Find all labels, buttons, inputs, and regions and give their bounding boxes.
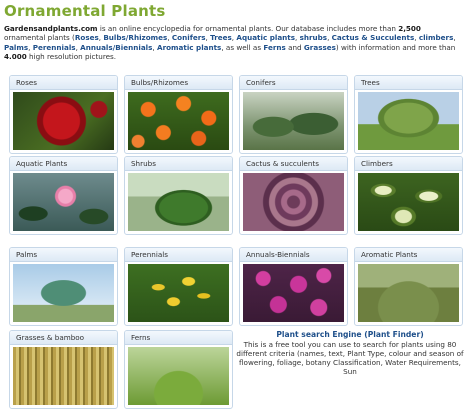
intro-part-3: with information and more than: [338, 42, 456, 52]
orange-tulips-photo[interactable]: [128, 92, 229, 150]
category-card-aquatic[interactable]: Aquatic Plants: [9, 156, 118, 235]
category-card-roses[interactable]: Roses: [9, 75, 118, 154]
category-card-shrubs[interactable]: Shrubs: [124, 156, 233, 235]
succulent-rosette-photo[interactable]: [243, 173, 344, 231]
water-lily-photo[interactable]: [13, 173, 114, 231]
plant-finder-link[interactable]: Plant search Engine (Plant Finder): [236, 330, 464, 340]
intro-link-palms[interactable]: Palms: [4, 43, 28, 52]
category-card-bulbs[interactable]: Bulbs/Rhizomes: [124, 75, 233, 154]
plant-count: 2,500: [398, 24, 421, 33]
category-label: Cactus & succulents: [240, 157, 347, 171]
category-label: Annuals-Biennials: [240, 248, 347, 262]
red-rose-photo[interactable]: [13, 92, 114, 150]
intro-part-1: is an online encyclopedia for ornamental…: [97, 24, 399, 33]
category-card-trees[interactable]: Trees: [354, 75, 463, 154]
shrub-photo[interactable]: [128, 173, 229, 231]
intro-text: Gardensandplants.com is an online encycl…: [4, 24, 456, 62]
category-card-palms[interactable]: Palms: [9, 247, 118, 326]
category-label: Bulbs/Rhizomes: [125, 76, 232, 90]
category-card-annuals[interactable]: Annuals-Biennials: [239, 247, 348, 326]
yellow-perennial-photo[interactable]: [128, 264, 229, 322]
category-label: Perennials: [125, 248, 232, 262]
bamboo-photo[interactable]: [13, 347, 114, 405]
page-title: Ornamental Plants: [4, 2, 166, 20]
intro-link-bulbs[interactable]: Bulbs/Rhizomes: [103, 33, 167, 42]
intro-link-conifers[interactable]: Conifers: [172, 33, 206, 42]
intro-link-aromatic[interactable]: Aromatic plants: [157, 43, 221, 52]
plant-finder-section: Plant search Engine (Plant Finder) This …: [236, 330, 464, 376]
category-card-aromatic[interactable]: Aromatic Plants: [354, 247, 463, 326]
intro-part-2: ornamental plants (: [4, 33, 75, 43]
category-label: Aromatic Plants: [355, 248, 462, 262]
intro-link-trees[interactable]: Trees: [210, 33, 232, 42]
category-label: Ferns: [125, 331, 232, 345]
category-label: Trees: [355, 76, 462, 90]
category-card-ferns[interactable]: Ferns: [124, 330, 233, 409]
site-name: Gardensandplants.com: [4, 24, 98, 33]
ivy-leaves-photo[interactable]: [358, 173, 459, 231]
pink-annuals-photo[interactable]: [243, 264, 344, 322]
weeping-conifer-photo[interactable]: [243, 92, 344, 150]
category-card-conifers[interactable]: Conifers: [239, 75, 348, 154]
palm-tree-photo[interactable]: [13, 264, 114, 322]
intro-link-shrubs[interactable]: shrubs: [300, 33, 327, 42]
category-label: Aquatic Plants: [10, 157, 117, 171]
category-card-grasses[interactable]: Grasses & bamboo: [9, 330, 118, 409]
intro-link-perennials[interactable]: Perennials: [33, 43, 76, 52]
category-label: Palms: [10, 248, 117, 262]
category-label: Roses: [10, 76, 117, 90]
plant-finder-description: This is a free tool you can use to searc…: [236, 340, 464, 376]
aromatic-shrub-photo[interactable]: [358, 264, 459, 322]
picture-count: 4.000: [4, 52, 27, 62]
intro-link-annuals[interactable]: Annuals/Biennials: [80, 43, 152, 52]
intro-link-roses[interactable]: Roses: [75, 33, 99, 42]
category-label: Conifers: [240, 76, 347, 90]
category-label: Shrubs: [125, 157, 232, 171]
category-card-climbers[interactable]: Climbers: [354, 156, 463, 235]
intro-link-climbers[interactable]: climbers: [419, 33, 454, 42]
intro-link-ferns[interactable]: Ferns: [263, 43, 285, 52]
category-card-perennials[interactable]: Perennials: [124, 247, 233, 326]
intro-link-grasses[interactable]: Grasses: [304, 43, 336, 52]
intro-link-aquatic[interactable]: Aquatic plants: [236, 33, 295, 42]
weeping-willow-photo[interactable]: [358, 92, 459, 150]
intro-link-cactus[interactable]: Cactus & Succulents: [332, 33, 415, 42]
intro-part-4: high resolution pictures.: [26, 52, 117, 62]
category-label: Grasses & bamboo: [10, 331, 117, 345]
category-card-cactus[interactable]: Cactus & succulents: [239, 156, 348, 235]
category-label: Climbers: [355, 157, 462, 171]
fern-photo[interactable]: [128, 347, 229, 405]
